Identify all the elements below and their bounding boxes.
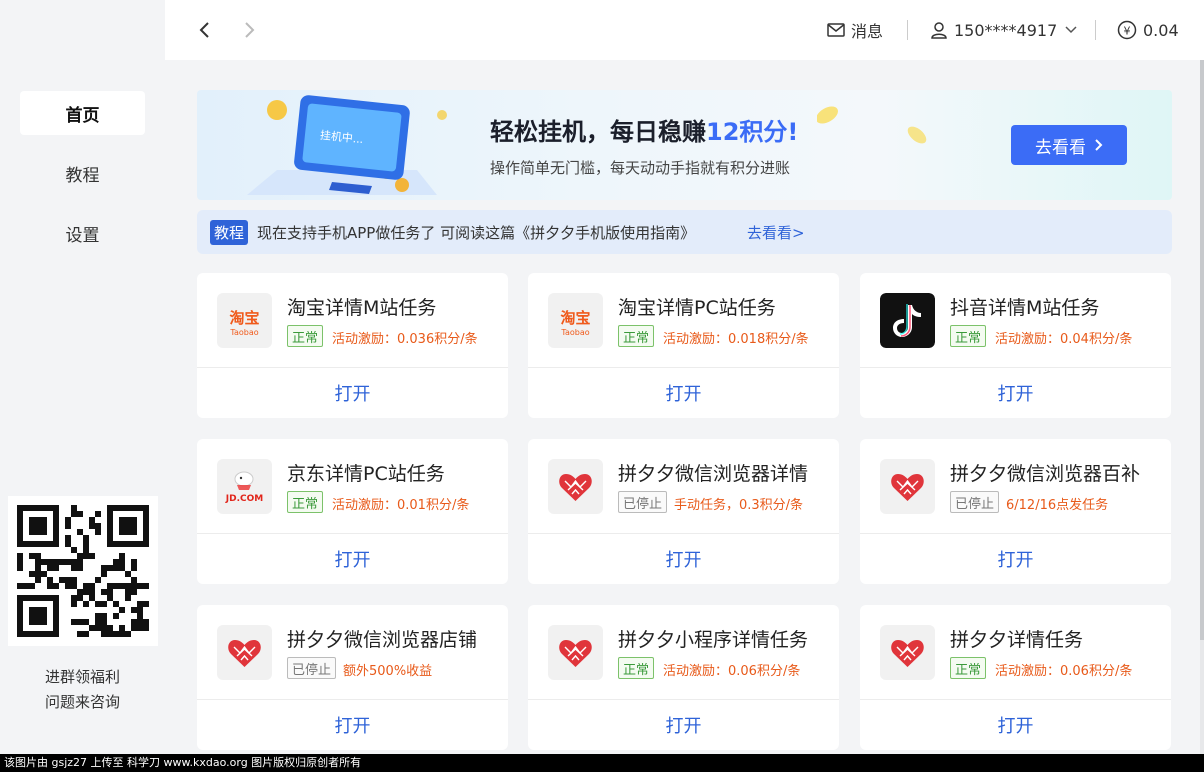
promo-banner[interactable]: 挂机中... 轻松挂机，每日稳赚12积分! 操作简单无门槛，每天动动手指就有积分… xyxy=(197,90,1172,200)
task-title: 拼夕夕微信浏览器百补 xyxy=(950,463,1141,485)
chevron-left-icon xyxy=(199,22,209,38)
task-card: 拼夕夕微信浏览器详情 已停止 手动任务，0.3积分/条打开 xyxy=(528,439,839,584)
pdd-logo-icon xyxy=(880,625,935,680)
pdd-logo-icon xyxy=(880,459,935,514)
back-button[interactable] xyxy=(193,18,217,42)
status-badge: 已停止 xyxy=(950,491,1000,513)
task-title: 淘宝详情PC站任务 xyxy=(618,297,776,319)
qr-note-line1: 进群领福利 xyxy=(44,668,120,686)
open-task-button[interactable]: 打开 xyxy=(528,368,839,418)
pdd-logo-icon xyxy=(548,625,603,680)
task-incentive: 手动任务，0.3积分/条 xyxy=(674,498,804,513)
task-card: JD.COM 京东详情PC站任务 正常 活动激励：0.01积分/条打开 xyxy=(197,439,508,584)
status-badge: 正常 xyxy=(950,657,987,679)
forward-button[interactable] xyxy=(237,18,261,42)
jd-logo-icon: JD.COM xyxy=(217,459,272,514)
task-incentive: 额外500%收益 xyxy=(343,664,433,679)
balance-label: 0.04 xyxy=(1143,20,1179,40)
open-task-button[interactable]: 打开 xyxy=(528,534,839,584)
account-label: 150****4917 xyxy=(954,20,1058,40)
task-card: 拼夕夕详情任务 正常 活动激励：0.06积分/条打开 xyxy=(860,605,1171,750)
sidebar-item-home[interactable]: 首页 xyxy=(20,91,145,135)
svg-text:Taobao: Taobao xyxy=(560,328,589,337)
open-task-button[interactable]: 打开 xyxy=(860,368,1171,418)
messages-label: 消息 xyxy=(851,22,884,41)
banner-title: 轻松挂机，每日稳赚12积分! xyxy=(490,118,799,146)
chevron-right-icon xyxy=(245,22,255,38)
divider xyxy=(1095,20,1096,40)
taobao-logo-icon: 淘宝 Taobao xyxy=(548,293,603,348)
scrollbar-thumb[interactable] xyxy=(1200,60,1204,640)
svg-text:淘宝: 淘宝 xyxy=(228,309,259,327)
status-badge: 正常 xyxy=(287,325,324,347)
svg-text:¥: ¥ xyxy=(1124,25,1131,38)
task-title: 京东详情PC站任务 xyxy=(287,463,445,485)
qr-note-line2: 问题来咨询 xyxy=(44,693,120,711)
messages-button[interactable]: 消息 xyxy=(827,0,883,60)
task-title: 抖音详情M站任务 xyxy=(950,297,1100,319)
douyin-logo-icon xyxy=(880,293,935,348)
sidebar-item-tutorial[interactable]: 教程 xyxy=(20,151,145,195)
task-card: 抖音详情M站任务 正常 活动激励：0.04积分/条打开 xyxy=(860,273,1171,418)
task-incentive: 活动激励：0.018积分/条 xyxy=(663,332,809,347)
status-badge: 正常 xyxy=(618,657,655,679)
scrollbar[interactable] xyxy=(1200,60,1204,754)
qr-code xyxy=(8,496,158,646)
banner-subtitle: 操作简单无门槛，每天动动手指就有积分进账 xyxy=(490,159,791,177)
task-card: 淘宝 Taobao 淘宝详情M站任务 正常 活动激励：0.036积分/条打开 xyxy=(197,273,508,418)
task-title: 拼夕夕小程序详情任务 xyxy=(618,629,809,651)
task-title: 淘宝详情M站任务 xyxy=(287,297,437,319)
main-content: 挂机中... 轻松挂机，每日稳赚12积分! 操作简单无门槛，每天动动手指就有积分… xyxy=(165,60,1204,754)
svg-text:JD.COM: JD.COM xyxy=(225,494,263,504)
task-title: 拼夕夕详情任务 xyxy=(950,629,1084,651)
top-bar: 消息 150****4917 ¥ 0.04 xyxy=(165,0,1204,60)
task-title: 拼夕夕微信浏览器店铺 xyxy=(287,629,478,651)
open-task-button[interactable]: 打开 xyxy=(197,700,508,750)
task-title: 拼夕夕微信浏览器详情 xyxy=(618,463,809,485)
open-task-button[interactable]: 打开 xyxy=(860,700,1171,750)
task-incentive: 活动激励：0.036积分/条 xyxy=(332,332,478,347)
mail-icon xyxy=(827,23,845,37)
balance-display[interactable]: ¥ 0.04 xyxy=(1117,0,1179,60)
yuan-coin-icon: ¥ xyxy=(1117,20,1137,40)
task-incentive: 活动激励：0.01积分/条 xyxy=(332,498,470,513)
status-badge: 已停止 xyxy=(287,657,337,679)
taobao-logo-icon: 淘宝 Taobao xyxy=(217,293,272,348)
task-card: 拼夕夕微信浏览器店铺 已停止 额外500%收益打开 xyxy=(197,605,508,750)
divider xyxy=(907,20,908,40)
open-task-button[interactable]: 打开 xyxy=(197,368,508,418)
task-card: 拼夕夕微信浏览器百补 已停止 6/12/16点发任务打开 xyxy=(860,439,1171,584)
task-incentive: 活动激励：0.06积分/条 xyxy=(663,664,801,679)
notice-tag: 教程 xyxy=(210,220,249,245)
notice-link[interactable]: 去看看> xyxy=(747,222,805,243)
pdd-logo-icon xyxy=(217,625,272,680)
status-badge: 已停止 xyxy=(618,491,668,513)
svg-text:Taobao: Taobao xyxy=(229,328,258,337)
chevron-down-icon xyxy=(1065,26,1077,34)
svg-text:淘宝: 淘宝 xyxy=(559,309,590,327)
user-icon xyxy=(931,22,947,39)
chevron-right-icon xyxy=(1095,139,1103,151)
task-incentive: 活动激励：0.06积分/条 xyxy=(995,664,1133,679)
account-menu[interactable]: 150****4917 xyxy=(930,0,1077,60)
computer-illustration: 挂机中... xyxy=(247,95,447,195)
status-badge: 正常 xyxy=(287,491,324,513)
pdd-logo-icon xyxy=(548,459,603,514)
open-task-button[interactable]: 打开 xyxy=(528,700,839,750)
sidebar: 首页 教程 设置 进群领福利 问题来咨询 xyxy=(0,0,165,754)
footer-watermark: 该图片由 gsjz27 上传至 科学刀 www.kxdao.org 图片版权归原… xyxy=(0,754,1204,772)
task-card: 淘宝 Taobao 淘宝详情PC站任务 正常 活动激励：0.018积分/条打开 xyxy=(528,273,839,418)
banner-go-button[interactable]: 去看看 xyxy=(1011,125,1127,165)
open-task-button[interactable]: 打开 xyxy=(197,534,508,584)
task-incentive: 6/12/16点发任务 xyxy=(1006,498,1109,513)
sidebar-item-settings[interactable]: 设置 xyxy=(20,211,145,255)
task-card: 拼夕夕小程序详情任务 正常 活动激励：0.06积分/条打开 xyxy=(528,605,839,750)
open-task-button[interactable]: 打开 xyxy=(860,534,1171,584)
notice-text: 现在支持手机APP做任务了 可阅读这篇《拼夕夕手机版使用指南》 xyxy=(257,224,696,242)
status-badge: 正常 xyxy=(618,325,655,347)
notice-bar: 教程 现在支持手机APP做任务了 可阅读这篇《拼夕夕手机版使用指南》 去看看> xyxy=(197,210,1172,254)
status-badge: 正常 xyxy=(950,325,987,347)
task-incentive: 活动激励：0.04积分/条 xyxy=(995,332,1133,347)
